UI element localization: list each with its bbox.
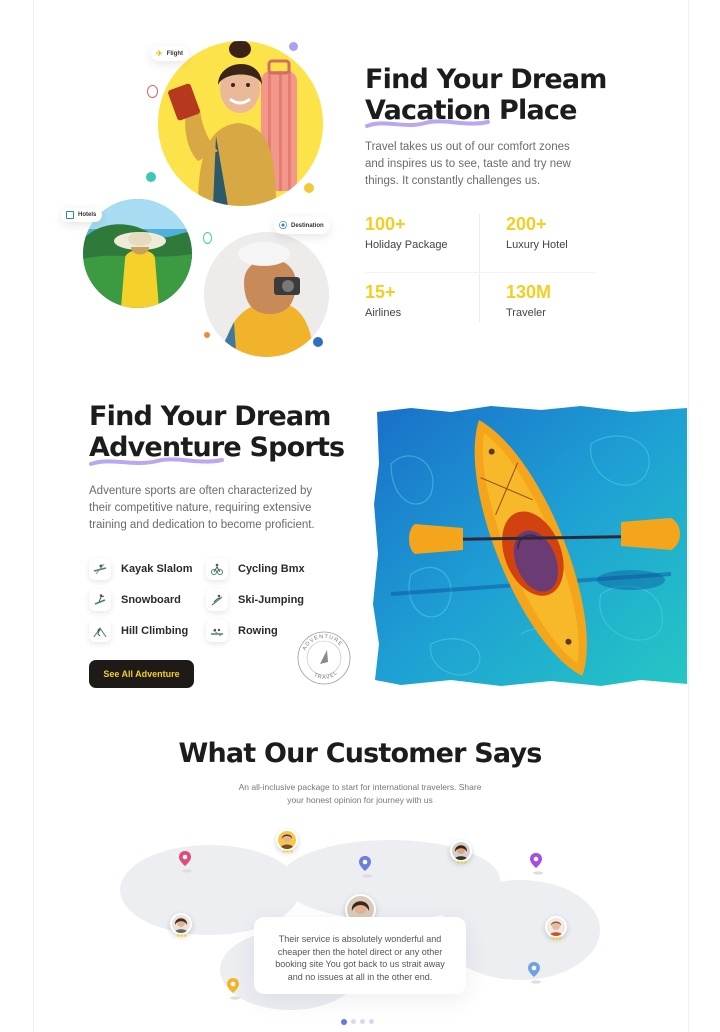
hero-title-line1: Find Your Dream [365,64,607,95]
sport-label: Hill Climbing [121,625,189,637]
stat-number: 130M [506,282,552,302]
sport-label: Kayak Slalom [121,563,193,575]
kayak-image [371,404,687,687]
kayak-illustration [373,406,687,686]
photographer-illustration [204,232,329,357]
destination-tag-label: Destination [291,222,324,229]
map-pin-lightblue [528,962,541,984]
map-pin-blue [359,856,372,878]
testimonial-quote: Their service is absolutely wonderful an… [254,933,466,983]
ski-jumping-icon [206,589,228,611]
adventure-title-line1: Find Your Dream [89,401,331,432]
rating-stars: ★★★ [282,849,293,855]
adventure-title: Find Your Dream Adventure Sports [89,401,369,463]
carousel-dot[interactable] [360,1019,365,1024]
hill-climbing-icon [89,620,111,642]
stat-label: Luxury Hotel [506,239,568,251]
hero-title-underline [365,119,490,128]
stat-number: 100+ [365,214,406,234]
stat-traveler: 130M Traveler [506,282,551,319]
sport-snowboard[interactable]: Snowboard [89,589,181,611]
decor-dot-yellow [304,183,314,193]
sport-cycling-bmx[interactable]: Cycling Bmx [206,558,305,580]
rating-stars: ★★★ [176,933,187,939]
stats-divider-horizontal [365,272,595,273]
stat-number: 15+ [365,282,396,302]
testimonials-subtitle-line1: An all-inclusive package to start for in… [238,782,482,792]
reviewer-avatar[interactable] [545,916,567,938]
hotels-tag-label: Hotels [78,212,97,218]
destination-tag: ⦿ Destination [274,217,330,234]
location-pin-icon: ⦿ [279,221,287,230]
adventure-description: Adventure sports are often characterized… [89,485,315,531]
decor-dot-blue [313,337,323,347]
testimonials-subtitle-line2: your honest opinion for journey with us [287,795,433,805]
carousel-dot-active[interactable] [341,1019,347,1025]
rowing-icon [206,620,228,642]
traveler-photo [158,41,323,206]
stats-divider-vertical [479,214,480,322]
sport-rowing[interactable]: Rowing [206,620,278,642]
kayak-slalom-icon [89,558,111,580]
map-pin-yellow [227,978,240,1000]
see-all-adventure-button[interactable]: See All Adventure [89,660,194,688]
stat-number: 200+ [506,214,547,234]
stat-label: Airlines [365,307,402,319]
hero-description: Travel takes us out of our comfort zones… [365,141,571,187]
testimonial-card: Their service is absolutely wonderful an… [254,917,466,994]
sport-label: Snowboard [121,594,181,606]
sport-label: Ski-Jumping [238,594,305,606]
carousel-dot[interactable] [369,1019,374,1024]
decor-ring-red [147,85,158,98]
quote-line: cheaper then the hotel direct or any oth… [277,946,443,957]
traveler-illustration [158,41,323,206]
map-pin-purple [530,853,543,875]
stat-label: Traveler [506,307,546,319]
sport-ski-jumping[interactable]: Ski-Jumping [206,589,304,611]
rating-stars: ★★★ [551,936,562,942]
reviewer-avatar[interactable] [450,840,472,862]
flight-tag-label: Flight [166,50,184,57]
decor-ring-teal [203,232,212,244]
decor-dot-orange [204,332,210,338]
reviewer-avatar[interactable] [170,913,192,935]
testimonials-title: What Our Customer Says [178,738,542,769]
sport-kayak-slalom[interactable]: Kayak Slalom [89,558,193,580]
decor-dot-teal [146,172,156,182]
sport-label: Cycling Bmx [238,563,305,575]
stat-holiday-package: 100+ Holiday Package [365,214,448,251]
quote-line: Their service is absolutely wonderful an… [278,934,442,944]
stat-airlines: 15+ Airlines [365,282,401,319]
quote-line: booking site You got back to us strait a… [275,959,445,970]
plane-icon: ✈ [156,49,163,58]
cycling-bmx-icon [206,558,228,580]
hotels-tag: Hotels [61,208,103,222]
stat-luxury-hotel: 200+ Luxury Hotel [506,214,568,251]
adventure-travel-stamp: ADVENTURE TRAVEL [297,631,351,685]
hero-stats: 100+ Holiday Package 200+ Luxury Hotel 1… [365,214,655,324]
testimonials-subtitle: An all-inclusive package to start for in… [0,781,720,807]
stat-label: Holiday Package [365,239,448,251]
carousel-pagination [341,1019,374,1025]
reviewer-avatar[interactable] [276,829,298,851]
hotel-icon [66,211,74,219]
snowboard-icon [89,589,111,611]
sport-label: Rowing [238,625,278,637]
rating-stars: ★★★ [456,860,467,866]
flight-tag: ✈ Flight [151,46,190,61]
map-pin-pink [179,851,192,873]
adventure-title-underline [89,457,224,466]
carousel-dot[interactable] [351,1019,356,1024]
sport-hill-climbing[interactable]: Hill Climbing [89,620,188,642]
quote-line: and no issues at all in the other end. [287,971,433,982]
destination-photo [204,232,329,357]
decor-dot-purple [289,42,298,51]
